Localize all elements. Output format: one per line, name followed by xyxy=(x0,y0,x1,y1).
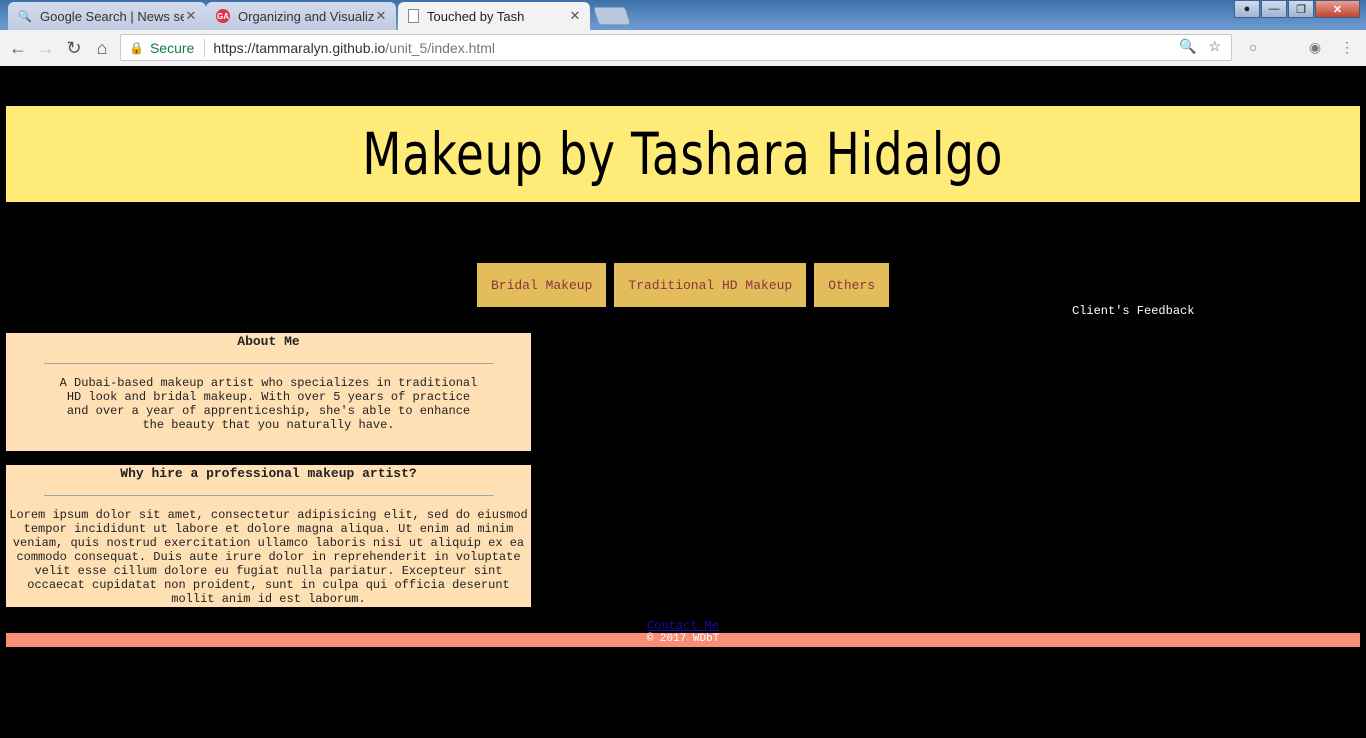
omnibox-icons: 🔍 ☆ xyxy=(1179,38,1221,55)
restore-button[interactable]: ❐ xyxy=(1288,0,1314,18)
extension-eye-icon[interactable]: ◉ xyxy=(1306,38,1324,56)
tab-title: Google Search | News se xyxy=(40,8,184,24)
page-icon xyxy=(408,9,419,23)
site-header: Makeup by Tashara Hidalgo xyxy=(6,106,1360,202)
close-icon[interactable]: ✕ xyxy=(374,8,388,24)
site-title: Makeup by Tashara Hidalgo xyxy=(362,120,1004,188)
nav-bridal-makeup[interactable]: Bridal Makeup xyxy=(476,263,607,307)
why-heading: Why hire a professional makeup artist? xyxy=(120,466,417,481)
why-card: Why hire a professional makeup artist? L… xyxy=(6,465,531,607)
star-icon[interactable]: ☆ xyxy=(1208,38,1221,55)
home-icon[interactable]: ⌂ xyxy=(90,36,114,60)
reload-icon[interactable]: ↻ xyxy=(62,36,86,60)
tab-touched-by-tash[interactable]: Touched by Tash ✕ xyxy=(398,2,590,30)
tab-google-search[interactable]: 🔍 Google Search | News se ✕ xyxy=(8,2,206,30)
back-arrow-icon[interactable]: ← xyxy=(6,36,30,60)
close-window-button[interactable]: ✕ xyxy=(1315,0,1360,18)
browser-toolbar: ← → ↻ ⌂ 🔒 Secure https://tammaralyn.gith… xyxy=(0,30,1366,67)
secure-label: Secure xyxy=(149,39,195,56)
divider xyxy=(43,495,494,496)
extension-icon[interactable]: ○ xyxy=(1244,38,1262,56)
google-search-icon: 🔍 xyxy=(18,10,32,23)
browser-tab-bar: 🔍 Google Search | News se ✕ GA Organizin… xyxy=(0,0,1366,30)
footer: © 2017 WDbT xyxy=(6,633,1360,647)
window-controls: ● — ❐ ✕ xyxy=(1233,0,1360,18)
page-viewport: Makeup by Tashara Hidalgo Bridal Makeup … xyxy=(0,66,1366,738)
client-feedback-label: Client's Feedback xyxy=(1072,304,1195,318)
divider xyxy=(43,363,494,364)
about-card: About Me A Dubai-based makeup artist who… xyxy=(6,333,531,451)
lock-icon: 🔒 xyxy=(129,40,144,55)
divider xyxy=(204,38,206,57)
tab-title: Touched by Tash xyxy=(427,8,525,24)
tab-organizing[interactable]: GA Organizing and Visualizin ✕ xyxy=(206,2,396,30)
address-bar[interactable]: 🔒 Secure https://tammaralyn.github.io/un… xyxy=(120,34,1232,61)
why-body: Lorem ipsum dolor sit amet, consectetur … xyxy=(9,508,528,606)
url-path: /unit_5/index.html xyxy=(385,39,496,56)
new-tab-button[interactable] xyxy=(593,7,631,25)
close-icon[interactable]: ✕ xyxy=(184,8,198,24)
nav-others[interactable]: Others xyxy=(814,263,890,307)
about-heading: About Me xyxy=(237,334,300,349)
ga-logo-icon: GA xyxy=(216,9,230,23)
user-icon[interactable]: ● xyxy=(1234,0,1260,18)
contact-section: Contact Me xyxy=(0,619,1366,633)
main-nav: Bridal Makeup Traditional HD Makeup Othe… xyxy=(0,263,1366,307)
minimize-button[interactable]: — xyxy=(1261,0,1287,18)
close-icon[interactable]: ✕ xyxy=(568,8,582,24)
forward-arrow-icon[interactable]: → xyxy=(34,36,58,60)
tab-title: Organizing and Visualizin xyxy=(238,8,374,24)
url-host: https://tammaralyn.github.io xyxy=(213,39,386,56)
contact-link[interactable]: Contact Me xyxy=(647,619,719,633)
about-body: A Dubai-based makeup artist who speciali… xyxy=(59,376,478,432)
menu-icon[interactable]: ⋮ xyxy=(1338,38,1356,56)
nav-traditional-hd-makeup[interactable]: Traditional HD Makeup xyxy=(614,263,807,307)
zoom-icon[interactable]: 🔍 xyxy=(1179,38,1196,55)
